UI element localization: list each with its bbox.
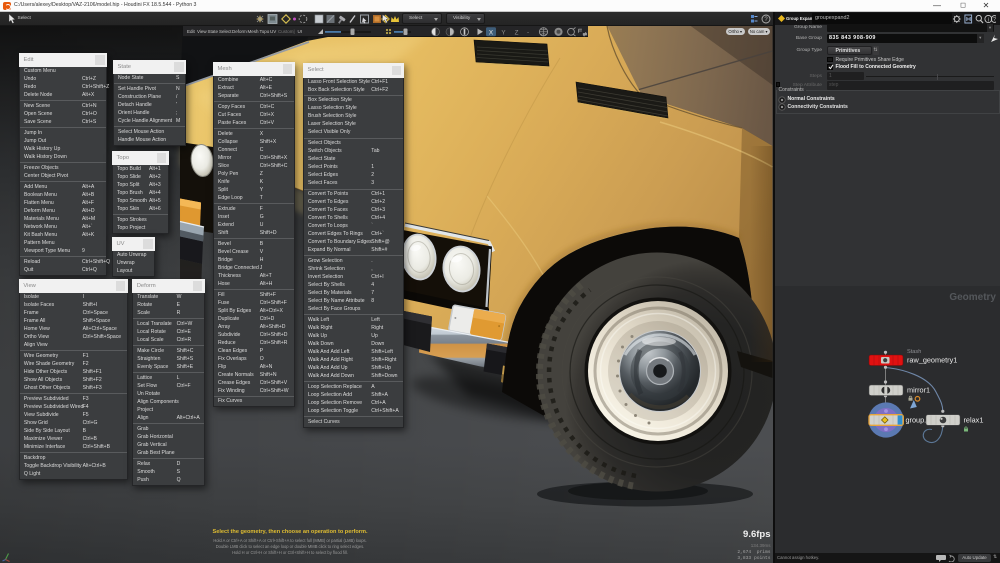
svg-text:Stash: Stash (907, 349, 921, 355)
svg-text:Y: Y (501, 29, 506, 36)
svg-text:Z: Z (515, 29, 519, 36)
svg-text:mirror1: mirror1 (907, 386, 930, 395)
svg-text:relax1: relax1 (964, 415, 984, 424)
svg-text:⇄: ⇄ (583, 31, 587, 36)
svg-text:?: ? (993, 17, 996, 23)
svg-text:raw_geometry1: raw_geometry1 (907, 355, 957, 364)
svg-text:-: - (527, 29, 529, 36)
